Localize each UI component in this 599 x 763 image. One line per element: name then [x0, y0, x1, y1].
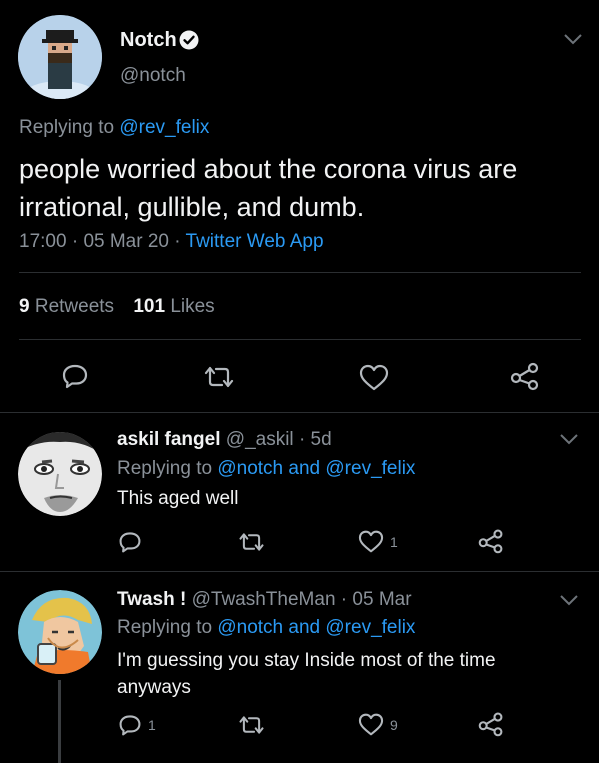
reply-author-name[interactable]: askil fangel	[117, 429, 221, 450]
reply-prefix: Replying to	[117, 458, 213, 479]
meta-separator: ·	[174, 231, 181, 252]
reply-mention[interactable]: @rev_felix	[325, 617, 415, 638]
share-button[interactable]	[510, 361, 540, 391]
reply-mention[interactable]: @notch	[217, 617, 283, 638]
share-button[interactable]	[478, 528, 504, 554]
verified-badge-icon	[179, 30, 199, 50]
reply-author-name[interactable]: Twash !	[117, 589, 186, 610]
reply-header: Twash ! @TwashTheMan · 05 Mar	[117, 589, 412, 611]
retweet-icon	[239, 533, 264, 551]
share-button[interactable]	[478, 711, 504, 737]
reply-timestamp[interactable]: · 5d	[299, 429, 332, 450]
retweet-button[interactable]	[202, 364, 236, 390]
reply-context: Replying to @notch and @rev_felix	[117, 458, 415, 480]
retweet-button[interactable]	[237, 531, 266, 553]
avatar[interactable]	[18, 590, 102, 674]
tweet-meta: 17:00 · 05 Mar 20 · Twitter Web App	[19, 231, 324, 253]
divider	[19, 272, 581, 273]
share-icon	[510, 362, 539, 391]
tweet-text-line: people worried about the corona virus ar…	[19, 154, 518, 184]
tweet-time: 17:00	[19, 231, 67, 252]
retweets-count: 9	[19, 296, 30, 317]
reply-prefix: Replying to	[19, 117, 115, 138]
reply-and: and	[288, 458, 321, 479]
retweets-stat[interactable]: 9 Retweets	[19, 296, 119, 317]
reply-and: and	[288, 617, 321, 638]
tweet-stats: 9 Retweets 101 Likes	[19, 296, 215, 318]
reply-context: Replying to @notch and @rev_felix	[117, 617, 415, 639]
like-count: 9	[390, 716, 398, 733]
reply-icon	[62, 364, 88, 389]
divider	[0, 412, 599, 413]
like-count: 1	[390, 533, 398, 550]
reply-context: Replying to @rev_felix	[19, 117, 209, 139]
like-icon	[358, 713, 384, 736]
divider	[0, 571, 599, 572]
reply-icon	[119, 532, 141, 553]
likes-count: 101	[133, 296, 166, 317]
reply-prefix: Replying to	[117, 617, 213, 638]
reply-text: This aged well	[117, 488, 239, 509]
thread-line	[58, 680, 61, 763]
tweet-text: people worried about the corona virus ar…	[19, 150, 517, 226]
reply-timestamp[interactable]: · 05 Mar	[341, 589, 412, 610]
reply-mention[interactable]: @rev_felix	[119, 117, 209, 138]
reply-count: 1	[148, 717, 156, 733]
reply-author-handle[interactable]: @TwashTheMan	[192, 589, 336, 610]
author-name[interactable]: Notch	[120, 29, 177, 52]
retweet-icon	[239, 716, 264, 734]
reply-icon	[119, 715, 141, 736]
like-icon	[359, 364, 389, 391]
reply-mention[interactable]: @rev_felix	[325, 458, 415, 479]
like-button[interactable]: 1	[358, 530, 398, 553]
reply-text: I'm guessing you stay Inside most of the…	[117, 647, 496, 701]
reply-button[interactable]	[118, 530, 148, 554]
author-handle[interactable]: @notch	[120, 65, 186, 87]
avatar[interactable]	[18, 15, 102, 99]
retweet-button[interactable]	[237, 714, 266, 736]
reply-author-handle[interactable]: @_askil	[226, 429, 294, 450]
tweet-source[interactable]: Twitter Web App	[186, 231, 324, 252]
divider	[19, 339, 581, 340]
reply-text-line: anyways	[117, 677, 191, 698]
like-icon	[358, 530, 384, 553]
chevron-down-icon[interactable]	[564, 33, 582, 45]
chevron-down-icon[interactable]	[560, 594, 578, 606]
likes-label: Likes	[170, 296, 215, 317]
share-icon	[478, 529, 503, 554]
reply-text-line: I'm guessing you stay Inside most of the…	[117, 650, 496, 671]
likes-stat[interactable]: 101 Likes	[133, 296, 214, 317]
reply-header: askil fangel @_askil · 5d	[117, 429, 332, 451]
avatar[interactable]	[18, 432, 102, 516]
reply-button[interactable]	[61, 362, 89, 390]
like-button[interactable]	[359, 364, 389, 391]
tweet-date: 05 Mar 20	[83, 231, 169, 252]
reply-button[interactable]: 1	[118, 713, 156, 737]
tweet-text-line: irrational, gullible, and dumb.	[19, 192, 365, 222]
retweets-label: Retweets	[34, 296, 115, 317]
share-icon	[478, 712, 503, 737]
chevron-down-icon[interactable]	[560, 433, 578, 445]
retweet-icon	[204, 366, 234, 388]
meta-separator: ·	[71, 231, 79, 252]
like-button[interactable]: 9	[358, 713, 398, 736]
reply-mention[interactable]: @notch	[217, 458, 283, 479]
